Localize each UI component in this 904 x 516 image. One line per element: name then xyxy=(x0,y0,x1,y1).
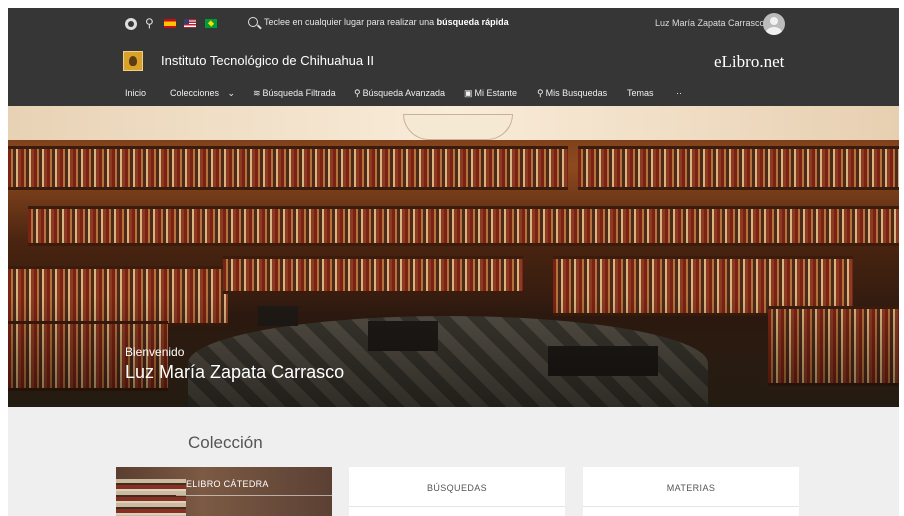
card-divider xyxy=(176,495,332,496)
browser-frame: ⚲ Teclee en cualquier lugar para realiza… xyxy=(8,8,899,516)
globe-icon[interactable] xyxy=(125,18,137,30)
nav-mi-estante-label: Mi Estante xyxy=(474,88,518,98)
card-label: ELIBRO CÁTEDRA xyxy=(186,479,269,489)
nav-mis-busquedas-label: Mis Busquedas xyxy=(545,88,608,98)
nav-mis-busquedas[interactable]: ⚲ Mis Busquedas xyxy=(537,88,607,99)
card-elibro-catedra[interactable]: ELIBRO CÁTEDRA xyxy=(116,467,332,516)
quick-search-text: Teclee en cualquier lugar para realizar … xyxy=(264,17,509,27)
chandelier xyxy=(403,114,513,140)
nav-colecciones[interactable]: Colecciones ⌄ xyxy=(170,88,235,99)
nav-busqueda-filtrada[interactable]: ≋ Búsqueda Filtrada xyxy=(253,88,336,99)
search-icon: ⚲ xyxy=(537,88,544,98)
quick-search-prefix: Teclee en cualquier lugar para realizar … xyxy=(264,17,437,27)
institution-bar: Instituto Tecnológico de Chihuahua II eL… xyxy=(8,42,899,80)
card-materias[interactable]: MATERIAS xyxy=(583,467,799,516)
card-divider xyxy=(349,506,565,507)
nav-temas[interactable]: Temas xyxy=(627,88,654,98)
bookshelf xyxy=(28,206,899,246)
collection-title: Colección xyxy=(188,433,263,452)
us-flag-icon[interactable] xyxy=(184,19,196,28)
nav-colecciones-label: Colecciones xyxy=(170,88,220,98)
avatar[interactable] xyxy=(763,13,785,35)
welcome-user-name: Luz María Zapata Carrasco xyxy=(125,362,345,382)
nav-busqueda-filtrada-label: Búsqueda Filtrada xyxy=(262,88,336,98)
bookshelf xyxy=(8,146,568,190)
quick-search-bold: búsqueda rápida xyxy=(436,17,509,27)
main-nav: Inicio Colecciones ⌄ ≋ Búsqueda Filtrada … xyxy=(8,80,899,106)
bookshelf xyxy=(578,146,899,190)
institution-name: Instituto Tecnológico de Chihuahua II xyxy=(161,53,374,68)
books-image xyxy=(116,479,186,516)
user-menu[interactable]: Luz María Zapata Carrasco xyxy=(655,18,765,28)
nav-mi-estante[interactable]: ▣ Mi Estante xyxy=(464,88,517,99)
card-divider xyxy=(583,506,799,507)
bookshelf xyxy=(223,256,523,294)
nav-more[interactable]: ·· xyxy=(676,88,682,98)
institution-logo-icon xyxy=(123,51,143,71)
filter-icon: ≋ xyxy=(253,88,261,98)
chevron-down-icon: ⌄ xyxy=(227,88,236,98)
top-bar: ⚲ Teclee en cualquier lugar para realiza… xyxy=(8,8,899,42)
nav-busqueda-avanzada[interactable]: ⚲ Búsqueda Avanzada xyxy=(354,88,445,99)
elibro-brand[interactable]: eLibro.net xyxy=(714,52,784,72)
card-label: BÚSQUEDAS xyxy=(426,483,488,493)
search-icon: ⚲ xyxy=(354,88,361,98)
shelf-icon: ▣ xyxy=(464,88,473,98)
card-label: MATERIAS xyxy=(666,483,716,493)
nav-inicio[interactable]: Inicio xyxy=(125,88,146,98)
search-icon[interactable] xyxy=(248,17,258,27)
nav-busqueda-avanzada-label: Búsqueda Avanzada xyxy=(362,88,445,98)
welcome-greeting: Bienvenido xyxy=(125,345,185,359)
spain-flag-icon[interactable] xyxy=(164,19,176,28)
brazil-flag-icon[interactable] xyxy=(205,19,217,28)
card-busquedas[interactable]: BÚSQUEDAS xyxy=(349,467,565,516)
link-icon[interactable]: ⚲ xyxy=(145,16,154,30)
